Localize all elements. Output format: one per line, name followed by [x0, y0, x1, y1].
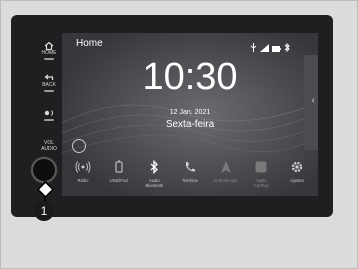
app-radio[interactable]: Rádio	[70, 159, 96, 191]
signal-icon	[260, 39, 269, 57]
app-label: Android Auto	[213, 178, 238, 183]
phone-icon	[185, 162, 195, 172]
brightness-button-bar	[44, 119, 54, 121]
app-label: Rádio	[77, 178, 89, 183]
app-label: Audio Bluetooth	[145, 178, 164, 188]
home-button-label: HOME	[41, 50, 57, 56]
home-button-bar	[44, 58, 54, 60]
app-tray: Rádio USB/iPod Audio Bluetooth Telefone	[70, 159, 310, 191]
bluetooth-status-icon	[284, 39, 290, 57]
usb-icon	[115, 160, 123, 173]
app-audio-bluetooth[interactable]: Audio Bluetooth	[141, 159, 167, 191]
battery-icon	[272, 39, 281, 57]
app-label: Ajustes	[290, 178, 304, 183]
home-icon	[44, 42, 54, 50]
touchscreen: Home 10:30 12 Jan. 2021 Sexta-feira ‹ Rá…	[62, 33, 318, 196]
back-button-bar	[44, 90, 54, 92]
app-usb-ipod[interactable]: USB/iPod	[106, 159, 132, 191]
app-label: Telefone	[182, 178, 198, 183]
clock-weekday: Sexta-feira	[165, 119, 215, 130]
app-label: USB/iPod	[109, 178, 128, 183]
app-apple-carplay[interactable]: Apple CarPlay	[248, 159, 274, 191]
app-telefone[interactable]: Telefone	[177, 159, 203, 191]
gear-icon	[291, 161, 303, 173]
back-icon	[44, 74, 54, 80]
clock-time: 10:30	[142, 56, 238, 98]
android-auto-icon	[220, 161, 231, 173]
usb-status-icon	[250, 39, 257, 57]
app-ajustes[interactable]: Ajustes	[284, 159, 310, 191]
chevron-left-icon[interactable]: ‹	[312, 95, 315, 106]
bluetooth-icon	[150, 159, 159, 175]
back-button-label: BACK	[42, 82, 56, 88]
clock-date: 12 Jan. 2021	[169, 109, 211, 116]
status-bar	[250, 39, 290, 57]
app-label: Apple CarPlay	[253, 178, 269, 188]
screen-title: Home	[76, 38, 103, 49]
radio-icon	[75, 161, 91, 173]
context-menu-icon[interactable]	[72, 139, 86, 153]
carplay-icon	[255, 161, 267, 173]
app-android-auto[interactable]: Android Auto	[213, 159, 239, 191]
callout-number: 1	[34, 201, 54, 221]
volume-knob[interactable]	[31, 157, 57, 183]
brightness-icon	[44, 110, 53, 116]
